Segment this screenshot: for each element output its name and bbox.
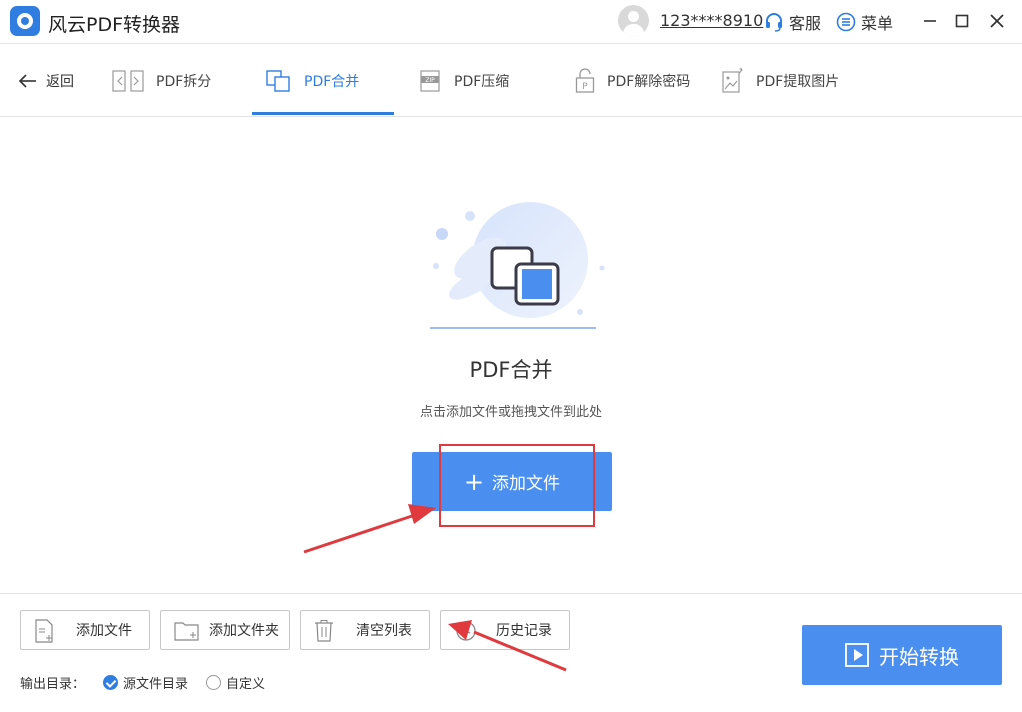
tab-pdf-extract-images[interactable]: PDF提取图片 [722, 45, 839, 117]
tab-pdf-unlock[interactable]: P PDF解除密码 [575, 45, 690, 117]
add-file-toolbar-label: 添加文件 [76, 623, 132, 639]
tab-label: PDF提取图片 [756, 74, 840, 90]
tab-pdf-merge[interactable]: PDF合并 [266, 45, 359, 117]
svg-text:ZIP: ZIP [425, 77, 435, 84]
active-tab-indicator [252, 112, 394, 115]
minimize-button[interactable] [917, 8, 943, 34]
tab-label: PDF拆分 [156, 74, 212, 90]
avatar[interactable] [618, 5, 649, 36]
radio-custom-dir[interactable]: 自定义 [206, 673, 265, 692]
minimize-icon [924, 20, 936, 22]
tab-label: PDF压缩 [454, 74, 510, 90]
tab-bar: 返回 PDF拆分 PDF合并 ZIP PDF压缩 P PDF解除密码 PDF提取… [0, 45, 1022, 117]
play-icon [845, 643, 869, 667]
start-convert-button[interactable]: 开始转换 [802, 625, 1002, 685]
back-button[interactable]: 返回 [18, 71, 74, 91]
drop-hint: 点击添加文件或拖拽文件到此处 [419, 405, 602, 420]
tab-label: PDF解除密码 [607, 74, 691, 90]
add-folder-button[interactable]: 添加文件夹 [160, 610, 290, 650]
radio-label: 源文件目录 [123, 677, 189, 692]
app-title: 风云PDF转换器 [48, 14, 181, 36]
add-folder-icon [174, 622, 199, 641]
radio-label: 自定义 [226, 677, 266, 692]
radio-source-dir[interactable]: 源文件目录 [103, 673, 188, 692]
annotation-box [439, 444, 595, 527]
headset-icon [766, 13, 782, 32]
tab-pdf-compress[interactable]: ZIP PDF压缩 [420, 45, 509, 117]
output-directory: 输出目录： 源文件目录 自定义 [20, 673, 265, 692]
bottom-panel: 添加文件 添加文件夹 清空列表 历史记录 输出目录： 源文件目录 自定义 开始转… [0, 593, 1022, 712]
merge-illustration [430, 202, 605, 329]
menu-icon [836, 12, 856, 32]
output-label: 输出目录： [20, 677, 86, 692]
add-folder-label: 添加文件夹 [209, 623, 279, 639]
radio-checked-icon [103, 675, 119, 690]
tab-pdf-split[interactable]: PDF拆分 [112, 45, 211, 117]
menu-button[interactable]: 菜单 [836, 10, 893, 34]
history-icon [456, 621, 476, 641]
radio-unchecked-icon [206, 675, 222, 690]
unlock-icon: P [575, 68, 595, 93]
history-label: 历史记录 [496, 623, 552, 639]
split-icon [112, 70, 144, 92]
app-window: 风云PDF转换器 123****8910 客服 菜单 返回 PDF拆分 PDF合… [0, 0, 1022, 712]
image-extract-icon [722, 68, 743, 93]
customer-service-label: 客服 [789, 14, 822, 33]
clear-list-button[interactable]: 清空列表 [300, 610, 430, 650]
maximize-button[interactable] [949, 8, 975, 34]
clear-list-label: 清空列表 [356, 623, 412, 639]
start-convert-label: 开始转换 [879, 644, 959, 669]
zip-icon: ZIP [420, 70, 440, 92]
page-title: PDF合并 [469, 358, 553, 382]
arrow-left-icon [18, 74, 36, 88]
trash-icon [315, 620, 333, 642]
svg-text:P: P [582, 82, 588, 92]
tab-label: PDF合并 [304, 74, 360, 90]
app-logo-icon [10, 6, 40, 36]
annotation-arrow [303, 514, 413, 554]
maximize-icon [955, 14, 969, 28]
add-file-toolbar-button[interactable]: 添加文件 [20, 610, 150, 650]
add-file-icon [35, 619, 53, 643]
history-button[interactable]: 历史记录 [440, 610, 570, 650]
username-link[interactable]: 123****8910 [660, 11, 763, 30]
back-label: 返回 [46, 74, 74, 90]
close-icon [990, 14, 1004, 28]
close-button[interactable] [984, 8, 1010, 34]
title-bar: 风云PDF转换器 123****8910 客服 菜单 [0, 0, 1022, 44]
customer-service-button[interactable]: 客服 [764, 10, 821, 34]
merge-icon [266, 70, 290, 92]
menu-label: 菜单 [861, 14, 894, 33]
